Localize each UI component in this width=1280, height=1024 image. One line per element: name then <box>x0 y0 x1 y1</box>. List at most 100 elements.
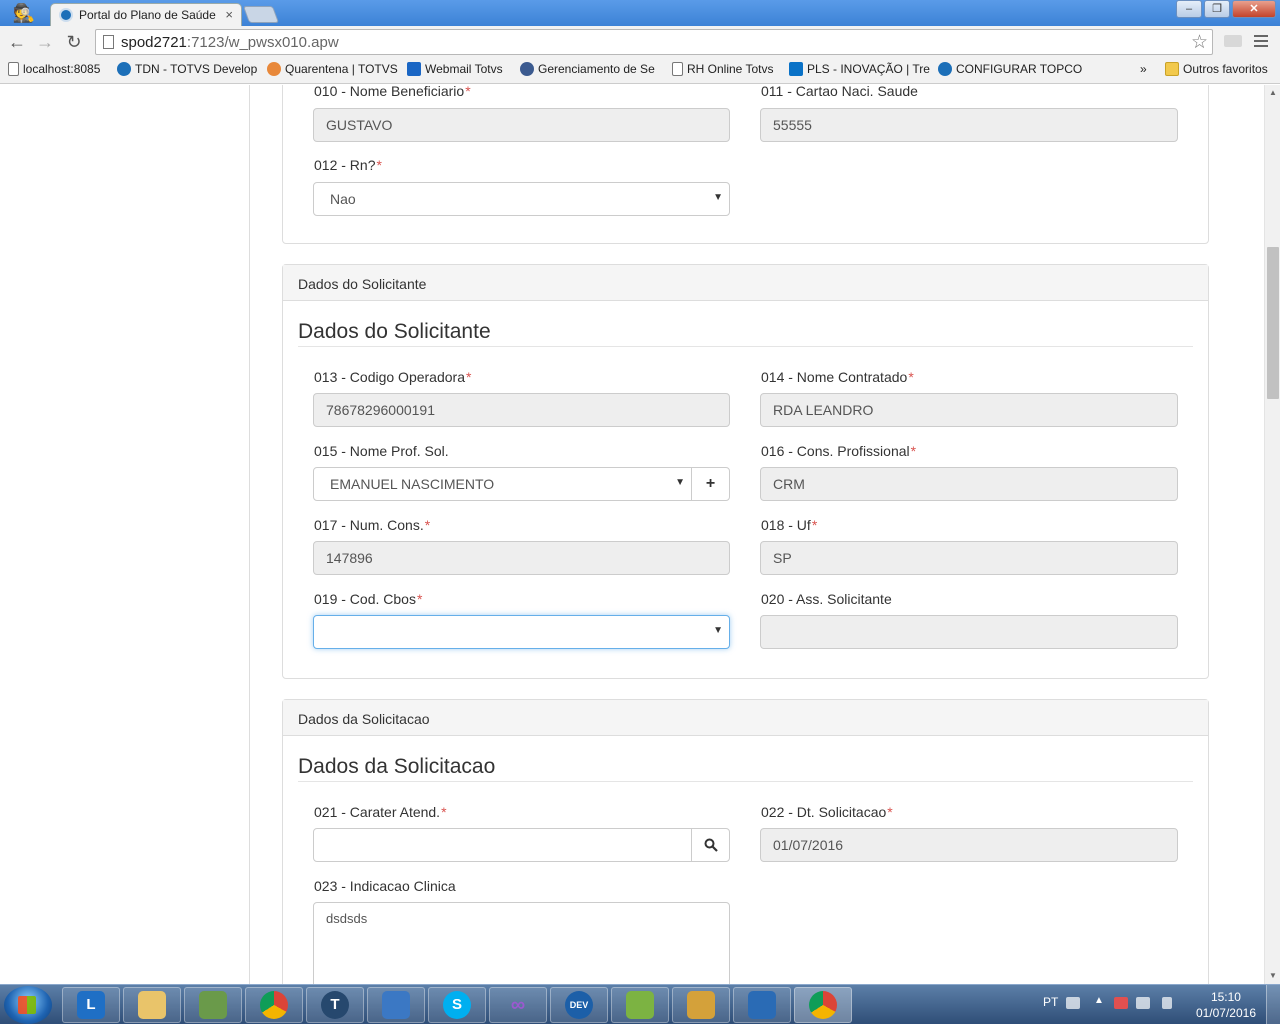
cartao-saude-field[interactable]: 55555 <box>760 108 1178 142</box>
remote-desktop-icon <box>748 991 776 1019</box>
browser-tab[interactable]: Portal do Plano de Saúde × <box>50 3 242 27</box>
dropdown-arrow-icon: ▼ <box>713 625 723 636</box>
restore-button[interactable]: ❐ <box>1204 0 1230 18</box>
editor-icon <box>626 991 654 1019</box>
close-window-button[interactable]: ✕ <box>1232 0 1276 18</box>
label-carater-atend: 021 - Carater Atend.* <box>314 804 447 820</box>
taskbar-explorer[interactable] <box>123 987 181 1023</box>
page-scrollbar[interactable]: ▲ ▼ <box>1264 85 1280 984</box>
new-tab-button[interactable] <box>242 6 280 23</box>
nome-prof-sol-select[interactable]: EMANUEL NASCIMENTO ▼ <box>313 467 692 501</box>
search-icon <box>704 838 718 852</box>
language-indicator[interactable]: PT <box>1043 995 1058 1009</box>
forward-arrow-icon[interactable]: → <box>33 30 57 54</box>
cons-profissional-field[interactable]: CRM <box>760 467 1178 501</box>
uf-field[interactable]: SP <box>760 541 1178 575</box>
rn-select[interactable]: Nao ▼ <box>313 182 730 216</box>
bookmark-configurar-topco[interactable]: CONFIGURAR TOPCO <box>938 62 1082 76</box>
indicacao-clinica-textarea[interactable] <box>313 902 730 984</box>
skype-icon: S <box>443 991 471 1019</box>
cod-cbos-select[interactable]: ▼ <box>313 615 730 649</box>
dropdown-arrow-icon: ▼ <box>713 192 723 203</box>
taskbar-totvs[interactable]: T <box>306 987 364 1023</box>
show-desktop-button[interactable] <box>1266 985 1280 1024</box>
tools-icon <box>687 991 715 1019</box>
bookmarks-overflow-button[interactable]: » <box>1140 62 1147 76</box>
taskbar-chrome-active[interactable] <box>794 987 852 1023</box>
codigo-operadora-field[interactable]: 78678296000191 <box>313 393 730 427</box>
clock[interactable]: 15:10 01/07/2016 <box>1196 989 1256 1021</box>
window-controls: – ❐ ✕ <box>1176 0 1276 20</box>
dt-solicitacao-field[interactable]: 01/07/2016 <box>760 828 1178 862</box>
taskbar-tools[interactable] <box>672 987 730 1023</box>
bookmarks-bar: localhost:8085 TDN - TOTVS Develop Quare… <box>0 58 1280 84</box>
browser-menu-icon[interactable] <box>1254 35 1268 47</box>
taskbar-skype[interactable]: S <box>428 987 486 1023</box>
totvs-icon: T <box>321 991 349 1019</box>
bookmark-webmail[interactable]: Webmail Totvs <box>407 62 503 76</box>
add-profissional-button[interactable]: + <box>691 467 730 501</box>
label-uf: 018 - Uf* <box>761 517 818 533</box>
nome-beneficiario-field[interactable]: GUSTAVO <box>313 108 730 142</box>
bookmark-gerenciamento[interactable]: Gerenciamento de Se <box>520 62 655 76</box>
taskbar-lync[interactable]: L <box>62 987 120 1023</box>
divider <box>298 346 1193 347</box>
back-arrow-icon[interactable]: ← <box>5 30 29 54</box>
flag-icon[interactable] <box>1114 997 1128 1009</box>
tray-expand-icon[interactable]: ▲ <box>1094 995 1104 1007</box>
volume-icon[interactable] <box>1162 997 1172 1009</box>
scroll-down-icon[interactable]: ▼ <box>1265 968 1280 984</box>
reload-icon[interactable]: ↻ <box>62 30 86 54</box>
address-bar[interactable]: spod2721:7123/w_pwsx010.apw ☆ <box>95 29 1213 55</box>
start-button[interactable] <box>4 986 52 1024</box>
taskbar-monitor-app[interactable] <box>184 987 242 1023</box>
taskbar-chrome[interactable] <box>245 987 303 1023</box>
explorer-icon <box>138 991 166 1019</box>
bookmark-quarentena[interactable]: Quarentena | TOTVS <box>267 62 398 76</box>
clock-time: 15:10 <box>1210 990 1241 1004</box>
nome-contratado-field[interactable]: RDA LEANDRO <box>760 393 1178 427</box>
scroll-up-icon[interactable]: ▲ <box>1265 85 1280 101</box>
tdn-icon <box>938 62 952 76</box>
page-icon <box>103 35 114 49</box>
minimize-button[interactable]: – <box>1176 0 1202 18</box>
taskbar-remote-desktop[interactable] <box>733 987 791 1023</box>
label-ass-solicitante: 020 - Ass. Solicitante <box>761 591 892 607</box>
label-nome-prof-sol: 015 - Nome Prof. Sol. <box>314 443 449 459</box>
dev-icon: DEV <box>565 991 593 1019</box>
taskbar-dev[interactable]: DEV <box>550 987 608 1023</box>
url-text: spod2721:7123/w_pwsx010.apw <box>121 34 339 51</box>
search-carater-button[interactable] <box>691 828 730 862</box>
trello-icon <box>789 62 803 76</box>
other-bookmarks-folder[interactable]: Outros favoritos <box>1165 62 1268 76</box>
extension-icon[interactable] <box>1224 35 1242 47</box>
infinity-icon: ∞ <box>510 994 526 1016</box>
bookmark-pls-inovacao[interactable]: PLS - INOVAÇÃO | Tre <box>789 62 930 76</box>
browser-tab-strip: 🕵 Portal do Plano de Saúde × – ❐ ✕ <box>0 0 1280 27</box>
bookmark-localhost[interactable]: localhost:8085 <box>8 62 100 76</box>
panel-solicitacao: Dados da Solicitacao Dados da Solicitaca… <box>282 699 1209 984</box>
bookmark-tdn[interactable]: TDN - TOTVS Develop <box>117 62 257 76</box>
incognito-icon: 🕵 <box>12 3 36 23</box>
num-cons-field[interactable]: 147896 <box>313 541 730 575</box>
bookmark-rh-online[interactable]: RH Online Totvs <box>672 62 773 76</box>
chrome-icon <box>260 991 288 1019</box>
ass-solicitante-field[interactable] <box>760 615 1178 649</box>
bookmark-star-icon[interactable]: ☆ <box>1191 31 1208 54</box>
keyboard-icon[interactable] <box>1066 997 1080 1009</box>
tab-close-icon[interactable]: × <box>225 7 233 22</box>
panel-beneficiario: 010 - Nome Beneficiario* GUSTAVO 011 - C… <box>282 85 1209 244</box>
taskbar-editor[interactable] <box>611 987 669 1023</box>
label-cartao-saude: 011 - Cartao Naci. Saude <box>761 85 918 99</box>
scrollbar-thumb[interactable] <box>1267 247 1279 399</box>
network-icon[interactable] <box>1136 997 1150 1009</box>
panel-solicitante-heading: Dados do Solicitante <box>283 265 1208 301</box>
taskbar-infinity[interactable]: ∞ <box>489 987 547 1023</box>
taskbar-remote[interactable] <box>367 987 425 1023</box>
label-nome-contratado: 014 - Nome Contratado* <box>761 369 914 385</box>
label-cod-cbos: 019 - Cod. Cbos* <box>314 591 423 607</box>
carater-atend-field[interactable] <box>313 828 692 862</box>
outlook-icon <box>407 62 421 76</box>
browser-toolbar: ← → ↻ spod2721:7123/w_pwsx010.apw ☆ <box>0 26 1280 58</box>
page-icon <box>672 62 683 76</box>
